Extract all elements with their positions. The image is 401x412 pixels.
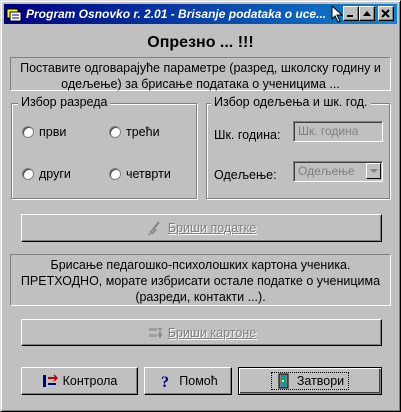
psych-info-text: Брисање педагошко-психолошких картона уч… <box>20 258 381 304</box>
delete-data-button[interactable]: Бриши податке <box>21 214 382 242</box>
section-select[interactable]: Одељење <box>293 161 383 182</box>
class-year-group-legend: Избор одељења и шк. год. <box>211 95 371 109</box>
broom-icon <box>147 221 160 236</box>
control-button[interactable]: Контрола <box>21 367 138 395</box>
question-mark-icon: ? <box>161 374 169 389</box>
radio-label: други <box>39 167 71 181</box>
maximize-button[interactable] <box>359 6 375 21</box>
section-label: Одељење: <box>214 168 277 182</box>
delete-cards-label: Бриши картоне <box>167 325 257 340</box>
radio-circle[interactable] <box>109 126 121 138</box>
radio-label: трећи <box>126 125 160 139</box>
delete-cards-icon <box>148 327 162 338</box>
radio-circle[interactable] <box>109 168 121 180</box>
school-year-input[interactable]: Шк. година <box>293 121 383 142</box>
radio-grade-third[interactable]: трећи <box>109 125 160 139</box>
radio-circle[interactable] <box>22 126 34 138</box>
radio-label: први <box>39 125 67 139</box>
warning-heading: Опрезно ... !!! <box>147 34 254 51</box>
radio-grade-first[interactable]: први <box>22 125 66 139</box>
control-icon <box>42 374 58 387</box>
radio-grade-fourth[interactable]: четврти <box>109 167 171 181</box>
svg-text:?: ? <box>161 374 169 389</box>
chevron-up-icon <box>363 11 371 16</box>
instruction-text: Поставите одговарајуће параметре (разред… <box>20 61 381 91</box>
grade-group: Избор разреда први трећи други четврти <box>11 95 197 199</box>
close-focus-rect: Затвори <box>270 372 350 390</box>
dialog-window: Program Osnovko r. 2.01 - Brisanje podat… <box>0 0 401 412</box>
grade-group-legend: Избор разреда <box>18 95 111 109</box>
control-label: Контрола <box>62 374 118 388</box>
chevron-down-icon <box>370 169 378 173</box>
close-icon <box>381 9 390 18</box>
help-label: Помоћ <box>179 374 218 388</box>
close-window-button[interactable] <box>378 6 394 21</box>
minimize-icon <box>347 15 353 17</box>
school-year-label: Шк. година: <box>214 128 281 142</box>
instruction-box: Поставите одговарајуће параметре (разред… <box>10 57 391 91</box>
delete-cards-button[interactable]: Бриши картоне <box>21 319 382 346</box>
help-button[interactable]: ? Помоћ <box>144 367 232 395</box>
radio-grade-second[interactable]: други <box>22 167 71 181</box>
exit-door-icon <box>278 373 289 389</box>
minimize-button[interactable] <box>343 6 359 21</box>
app-icon <box>6 6 22 22</box>
psych-info-box: Брисање педагошко-психолошких картона уч… <box>10 254 391 306</box>
class-year-group: Избор одељења и шк. год. Шк. година: Шк.… <box>206 95 390 199</box>
radio-circle[interactable] <box>22 168 34 180</box>
close-button[interactable]: Затвори <box>238 367 382 395</box>
delete-data-label: Бриши податке <box>167 221 257 235</box>
window-title: Program Osnovko r. 2.01 - Brisanje podat… <box>26 7 327 21</box>
mouse-cursor-icon <box>331 5 344 23</box>
section-dropdown-button[interactable] <box>366 163 381 179</box>
close-label: Затвори <box>296 374 345 388</box>
radio-label: четврти <box>126 167 171 181</box>
